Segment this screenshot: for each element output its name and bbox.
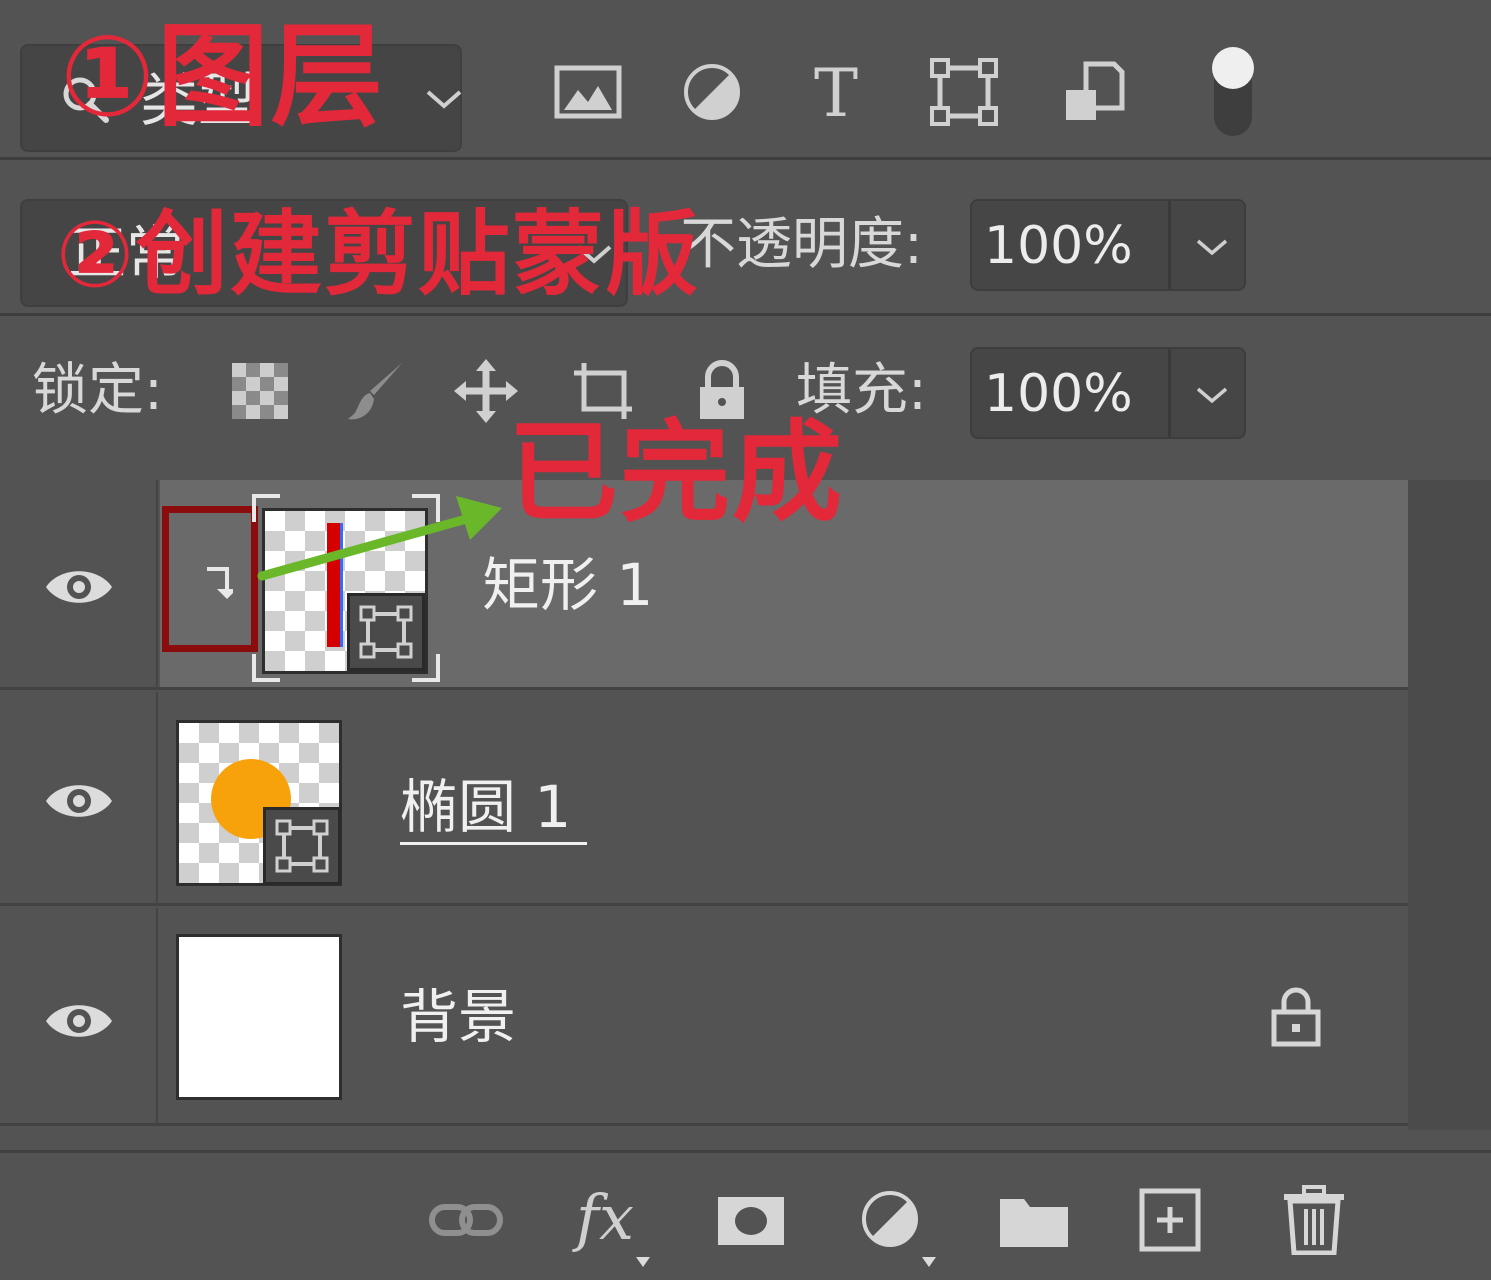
shape-icon: [275, 819, 329, 873]
visibility-cell[interactable]: [0, 908, 158, 1123]
visibility-cell[interactable]: [0, 692, 158, 903]
layer-content[interactable]: 背景: [160, 908, 1408, 1123]
adjustment-filter-icon[interactable]: [676, 56, 748, 128]
layers-list: 矩形 1 椭圆 1 背景: [0, 480, 1408, 1130]
layer-thumbnail: [176, 720, 342, 886]
fill-value[interactable]: 100%: [984, 359, 1133, 429]
clipping-arrow-icon: [207, 567, 233, 599]
scrollbar-track[interactable]: [1408, 480, 1491, 1130]
layer-row-ellipse-1[interactable]: 椭圆 1: [0, 692, 1408, 906]
selection-brackets: [252, 494, 440, 682]
lock-transparent-pixels-icon[interactable]: [228, 359, 292, 423]
eye-icon[interactable]: [44, 778, 114, 824]
new-layer-icon[interactable]: [1130, 1185, 1210, 1255]
layer-name[interactable]: 背景: [400, 982, 516, 1052]
dropdown-caret-icon: [922, 1257, 936, 1267]
chevron-down-icon: [426, 90, 462, 109]
fill-input[interactable]: 100%: [970, 347, 1246, 439]
opacity-input[interactable]: 100%: [970, 199, 1246, 291]
annotation-done: 已完成: [508, 409, 844, 537]
type-filter-icon[interactable]: T: [800, 56, 872, 128]
layer-row-background[interactable]: 背景: [0, 908, 1408, 1126]
image-filter-icon[interactable]: [552, 56, 624, 128]
add-mask-icon[interactable]: [712, 1185, 792, 1255]
visibility-cell[interactable]: [0, 480, 158, 687]
layer-thumbnail: [176, 934, 342, 1100]
layer-name[interactable]: 矩形 1: [482, 550, 653, 620]
eye-icon[interactable]: [44, 564, 114, 610]
link-layers-icon[interactable]: [426, 1185, 506, 1255]
clipping-indicator-box: [162, 506, 258, 652]
annotation-step-1: ①图层: [60, 12, 385, 142]
divider: [1168, 349, 1171, 437]
chevron-down-icon[interactable]: [1194, 235, 1230, 259]
layer-style-fx-button[interactable]: fx: [576, 1183, 634, 1253]
smart-object-filter-icon[interactable]: [1058, 56, 1130, 128]
chevron-down-icon[interactable]: [1194, 383, 1230, 407]
lock-image-pixels-icon[interactable]: [344, 359, 408, 423]
eye-icon[interactable]: [44, 998, 114, 1044]
layer-content[interactable]: 椭圆 1: [160, 692, 1408, 903]
dropdown-caret-icon: [636, 1257, 650, 1267]
shape-layer-badge: [263, 807, 341, 885]
lock-icon[interactable]: [1268, 984, 1324, 1048]
svg-text:T: T: [814, 56, 858, 128]
adjustment-layer-icon[interactable]: [852, 1185, 932, 1255]
shape-filter-icon[interactable]: [928, 56, 1000, 128]
delete-layer-trash-icon[interactable]: [1274, 1185, 1354, 1255]
divider: [1168, 201, 1171, 289]
filter-toggle-switch[interactable]: [1210, 44, 1256, 140]
new-group-folder-icon[interactable]: [994, 1185, 1074, 1255]
opacity-label: 不透明度:: [680, 212, 923, 277]
annotation-step-2: ②创建剪贴蒙版: [56, 201, 700, 308]
opacity-value[interactable]: 100%: [984, 211, 1133, 281]
layer-name[interactable]: 椭圆 1: [400, 772, 588, 845]
lock-label: 锁定:: [32, 358, 163, 423]
layers-bottom-toolbar: fx: [0, 1150, 1491, 1280]
